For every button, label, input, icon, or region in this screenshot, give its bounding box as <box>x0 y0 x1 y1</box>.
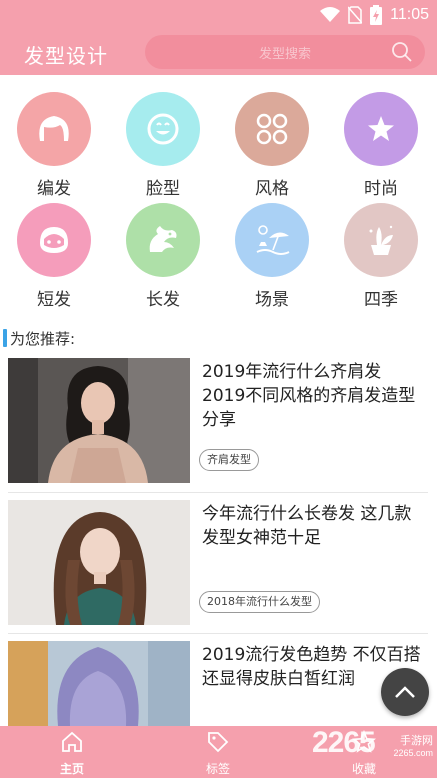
search-input[interactable]: 发型搜索 <box>145 35 425 69</box>
chevron-up-icon <box>395 686 415 698</box>
category-style[interactable]: 风格 <box>227 92 317 199</box>
article-tag[interactable]: 齐肩发型 <box>199 449 259 471</box>
thumbnail-image <box>8 500 190 625</box>
category-long-hair[interactable]: 长发 <box>118 203 208 310</box>
category-label: 脸型 <box>146 179 180 199</box>
status-time: 11:05 <box>390 6 429 23</box>
category-circle[interactable] <box>17 203 91 277</box>
category-short-hair[interactable]: 短发 <box>9 203 99 310</box>
battery-charging-icon <box>370 5 383 25</box>
category-label: 四季 <box>364 290 398 310</box>
tab-label: 标签 <box>205 762 230 776</box>
article-item[interactable]: 2019流行发色趋势 不仅百搭还显得皮肤白皙红润 <box>8 641 428 726</box>
no-sim-icon <box>348 6 363 24</box>
category-circle[interactable] <box>126 92 200 166</box>
recommend-header: 为您推荐: <box>0 327 75 349</box>
category-label: 编发 <box>37 179 71 199</box>
tag-icon <box>208 732 229 753</box>
category-circle[interactable] <box>235 92 309 166</box>
smiley-icon <box>147 113 179 145</box>
category-label: 时尚 <box>364 179 398 199</box>
article-item[interactable]: 2019年流行什么齐肩发 2019不同风格的齐肩发造型分享 齐肩发型 <box>8 358 428 483</box>
article-thumbnail[interactable] <box>8 641 190 726</box>
clover-icon <box>256 113 288 145</box>
wifi-icon <box>320 7 341 22</box>
search-icon[interactable] <box>391 41 413 63</box>
search-placeholder: 发型搜索 <box>258 47 311 62</box>
article-title[interactable]: 今年流行什么长卷发 这几款发型女神范十足 <box>202 502 427 550</box>
status-bar: 11:05 <box>0 0 437 30</box>
face-icon <box>40 227 68 253</box>
watermark-logo: 2265 手游网 2265.com <box>310 724 437 778</box>
app-title: 发型设计 <box>24 44 108 68</box>
home-icon <box>62 731 82 752</box>
hair-icon <box>39 116 69 141</box>
category-fashion[interactable]: 时尚 <box>336 92 426 199</box>
category-circle[interactable] <box>235 203 309 277</box>
star-icon <box>368 116 394 141</box>
category-circle[interactable] <box>126 203 200 277</box>
article-item[interactable]: 今年流行什么长卷发 这几款发型女神范十足 2018年流行什么发型 <box>8 500 428 625</box>
tab-tags[interactable]: 标签 <box>168 726 268 778</box>
recommend-title: 为您推荐: <box>10 329 76 348</box>
category-braid[interactable]: 编发 <box>9 92 99 199</box>
status-icons: 11:05 <box>320 5 429 25</box>
category-label: 长发 <box>146 290 180 310</box>
article-tag[interactable]: 2018年流行什么发型 <box>199 591 320 613</box>
category-face-shape[interactable]: 脸型 <box>118 92 208 199</box>
category-circle[interactable] <box>344 203 418 277</box>
category-circle[interactable] <box>17 92 91 166</box>
divider <box>8 633 428 634</box>
app-header: 发型设计 发型搜索 <box>0 30 437 75</box>
category-label: 风格 <box>255 179 289 199</box>
section-accent-bar <box>3 329 7 347</box>
thumbnail-image <box>8 641 190 726</box>
category-label: 场景 <box>255 290 289 310</box>
watermark-brand: 2265 <box>312 726 376 759</box>
category-seasons[interactable]: 四季 <box>336 203 426 310</box>
article-title[interactable]: 2019年流行什么齐肩发 2019不同风格的齐肩发造型分享 <box>202 360 427 432</box>
article-thumbnail[interactable] <box>8 358 190 483</box>
tab-label: 主页 <box>59 762 84 776</box>
watermark-cn: 手游网 <box>400 734 433 747</box>
tab-home[interactable]: 主页 <box>22 726 122 778</box>
watermark-url: 2265.com <box>393 748 433 758</box>
divider <box>8 492 428 493</box>
scroll-to-top-button[interactable] <box>381 668 429 716</box>
dragon-icon <box>149 226 177 252</box>
category-scene[interactable]: 场景 <box>227 203 317 310</box>
plant-icon <box>369 225 393 255</box>
article-thumbnail[interactable] <box>8 500 190 625</box>
category-circle[interactable] <box>344 92 418 166</box>
beach-icon <box>256 225 290 255</box>
category-label: 短发 <box>37 290 71 310</box>
thumbnail-image <box>8 358 190 483</box>
